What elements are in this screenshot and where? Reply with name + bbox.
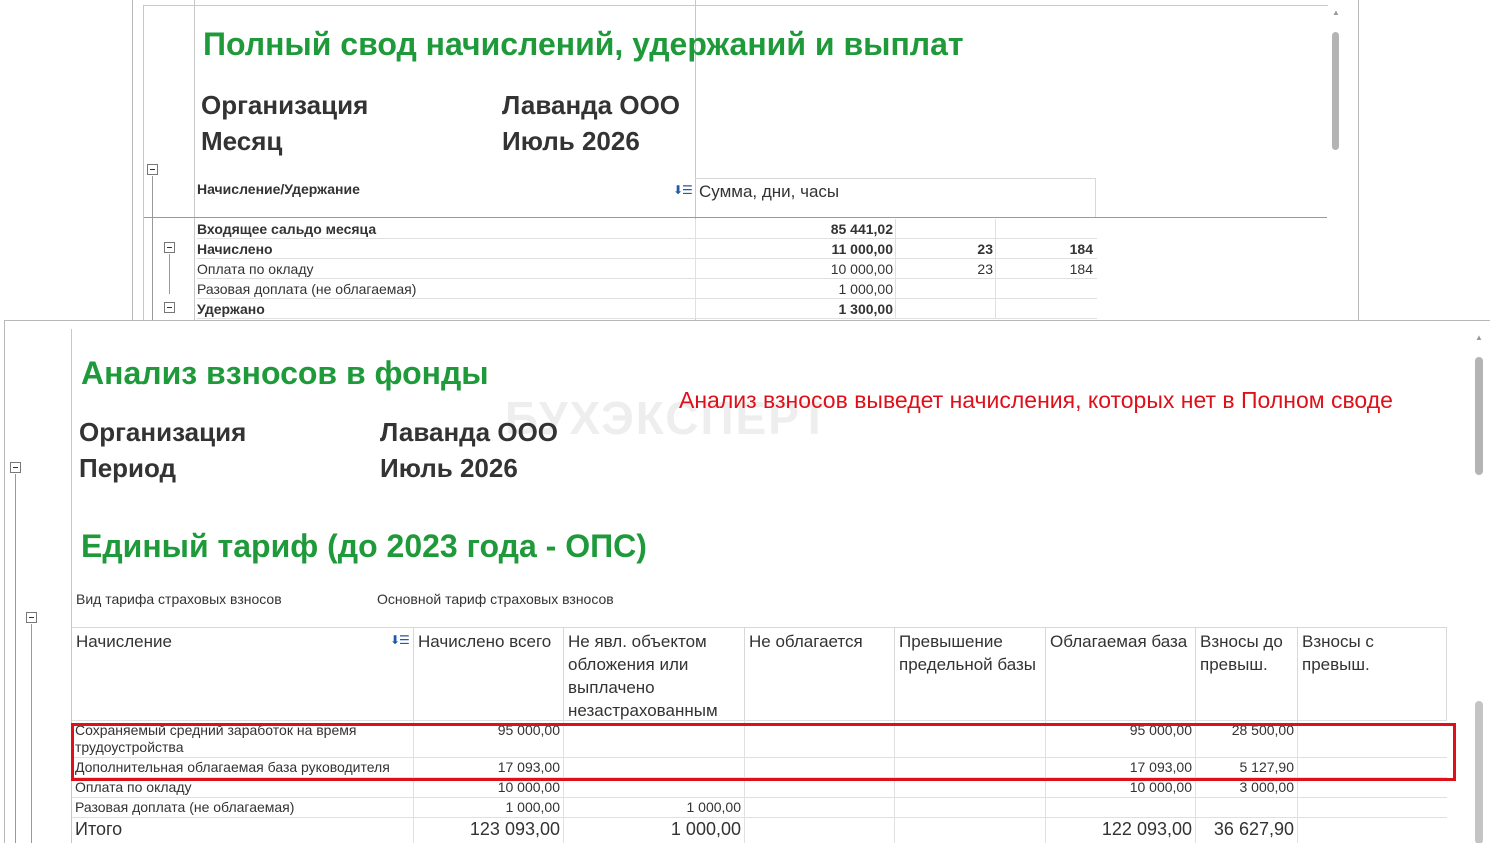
row-days: 23 [977, 241, 993, 257]
report-title: Полный свод начислений, удержаний и выпл… [203, 26, 964, 62]
highlight-box [71, 723, 1456, 781]
row-name: Оплата по окладу [197, 261, 314, 277]
cell-accrual: Разовая доплата (не облагаемая) [75, 799, 295, 815]
table-row[interactable]: Входящее сальдо месяца 85 441,02 [197, 219, 1097, 239]
cell-before [1195, 798, 1297, 817]
row-sum: 11 000,00 [831, 241, 893, 257]
column-header[interactable]: Не явл. объектом обложения или выплачено… [563, 628, 744, 721]
tree-line [152, 176, 153, 320]
param-label-organization: Организация [79, 417, 247, 447]
row-sum: 1 000,00 [838, 281, 894, 297]
param-value-organization: Лаванда ООО [380, 417, 559, 447]
row-name: Удержано [197, 301, 265, 317]
sort-icon[interactable]: ⬇☰ [673, 183, 693, 197]
cell-accrual: Итого [75, 819, 123, 839]
column-header[interactable]: Облагаемая база [1045, 628, 1195, 721]
row-hours: 184 [1069, 241, 1093, 257]
cell-after [1297, 818, 1447, 843]
report-window-full-summary: Полный свод начислений, удержаний и выпл… [132, 0, 1359, 320]
cell-total: 1 000,00 [413, 798, 563, 817]
param-value-organization: Лаванда ООО [502, 90, 681, 120]
param-value-month: Июль 2026 [502, 126, 640, 156]
table-row[interactable]: Разовая доплата (не облагаемая) 1 000,00 [197, 279, 1097, 299]
scroll-thumb[interactable] [1332, 32, 1339, 150]
table-row[interactable]: Удержано 1 300,00 [197, 299, 1097, 319]
row-name: Разовая доплата (не облагаемая) [197, 281, 417, 297]
column-header-accrual[interactable]: Начисление/Удержание [197, 181, 360, 197]
param-label-month: Месяц [201, 126, 283, 156]
table-row[interactable]: Оплата по окладу 10 000,00 23 184 [197, 259, 1097, 279]
scroll-up-icon[interactable]: ▲ [1332, 8, 1340, 17]
scroll-thumb[interactable] [1475, 357, 1483, 475]
tree-line [169, 254, 170, 294]
tariff-type-label: Вид тарифа страховых взносов [76, 591, 282, 607]
report-title: Анализ взносов в фонды [81, 355, 489, 391]
cell-not-taxed [744, 818, 894, 843]
tariff-type-value: Основной тариф страховых взносов [377, 591, 614, 607]
cell-not-object: 1 000,00 [563, 798, 744, 817]
cell-not-object: 1 000,00 [563, 818, 744, 843]
column-header[interactable]: Начисление [72, 628, 413, 721]
gutter-divider [194, 0, 195, 320]
row-name: Начислено [197, 241, 273, 257]
table-header: Начисление ⬇☰ Начислено всего Не явл. об… [72, 627, 1447, 721]
column-header[interactable]: Превышение предельной базы [894, 628, 1045, 721]
cell-base: 122 093,00 [1045, 818, 1195, 843]
vertical-scrollbar[interactable]: ▲ [1331, 8, 1341, 318]
param-label-period: Период [79, 453, 177, 483]
collapse-icon[interactable] [10, 462, 21, 473]
collapse-icon[interactable] [147, 164, 158, 175]
report-window-contributions: БУХЭКСПЕРТ Анализ взносов в фонды Анализ… [4, 320, 1490, 843]
sort-icon[interactable]: ⬇☰ [390, 633, 410, 647]
param-label-organization: Организация [201, 90, 369, 120]
vertical-scrollbar[interactable]: ▲ [1473, 333, 1485, 843]
cell-base [1045, 798, 1195, 817]
row-name: Входящее сальдо месяца [197, 221, 377, 237]
cell-total: 123 093,00 [413, 818, 563, 843]
row-sum: 85 441,02 [830, 221, 893, 237]
column-header-sum[interactable]: Сумма, дни, часы [699, 182, 839, 202]
collapse-icon[interactable] [26, 612, 37, 623]
scroll-up-icon[interactable]: ▲ [1475, 333, 1483, 342]
row-sum: 10 000,00 [830, 261, 893, 277]
column-header[interactable]: Взносы до превыш. [1195, 628, 1297, 721]
table-row[interactable]: Начислено 11 000,00 23 184 [197, 239, 1097, 259]
totals-row[interactable]: Итого 123 093,00 1 000,00 122 093,00 36 … [72, 817, 1447, 843]
cell-before: 36 627,90 [1195, 818, 1297, 843]
row-sum: 1 300,00 [838, 301, 894, 317]
cell-over-limit [894, 818, 1045, 843]
column-header[interactable]: Не облагается [744, 628, 894, 721]
tree-line [31, 624, 32, 843]
cell-over-limit [894, 798, 1045, 817]
cell-not-taxed [744, 798, 894, 817]
row-hours: 184 [1069, 261, 1093, 277]
row-days: 23 [977, 261, 993, 277]
header-separator [144, 217, 1327, 218]
collapse-icon[interactable] [164, 302, 175, 313]
cell-after [1297, 798, 1447, 817]
column-header[interactable]: Взносы с превыш. [1297, 628, 1447, 721]
table-row[interactable]: Разовая доплата (не облагаемая) 1 000,00… [72, 797, 1447, 817]
tree-line [15, 474, 16, 843]
section-title: Единый тариф (до 2023 года - ОПС) [81, 528, 647, 564]
param-value-period: Июль 2026 [380, 453, 518, 483]
collapse-icon[interactable] [164, 242, 175, 253]
column-header[interactable]: Начислено всего [413, 628, 563, 721]
scroll-track-lower[interactable] [1475, 701, 1483, 843]
annotation-note: Анализ взносов выведет начисления, котор… [679, 387, 1393, 413]
